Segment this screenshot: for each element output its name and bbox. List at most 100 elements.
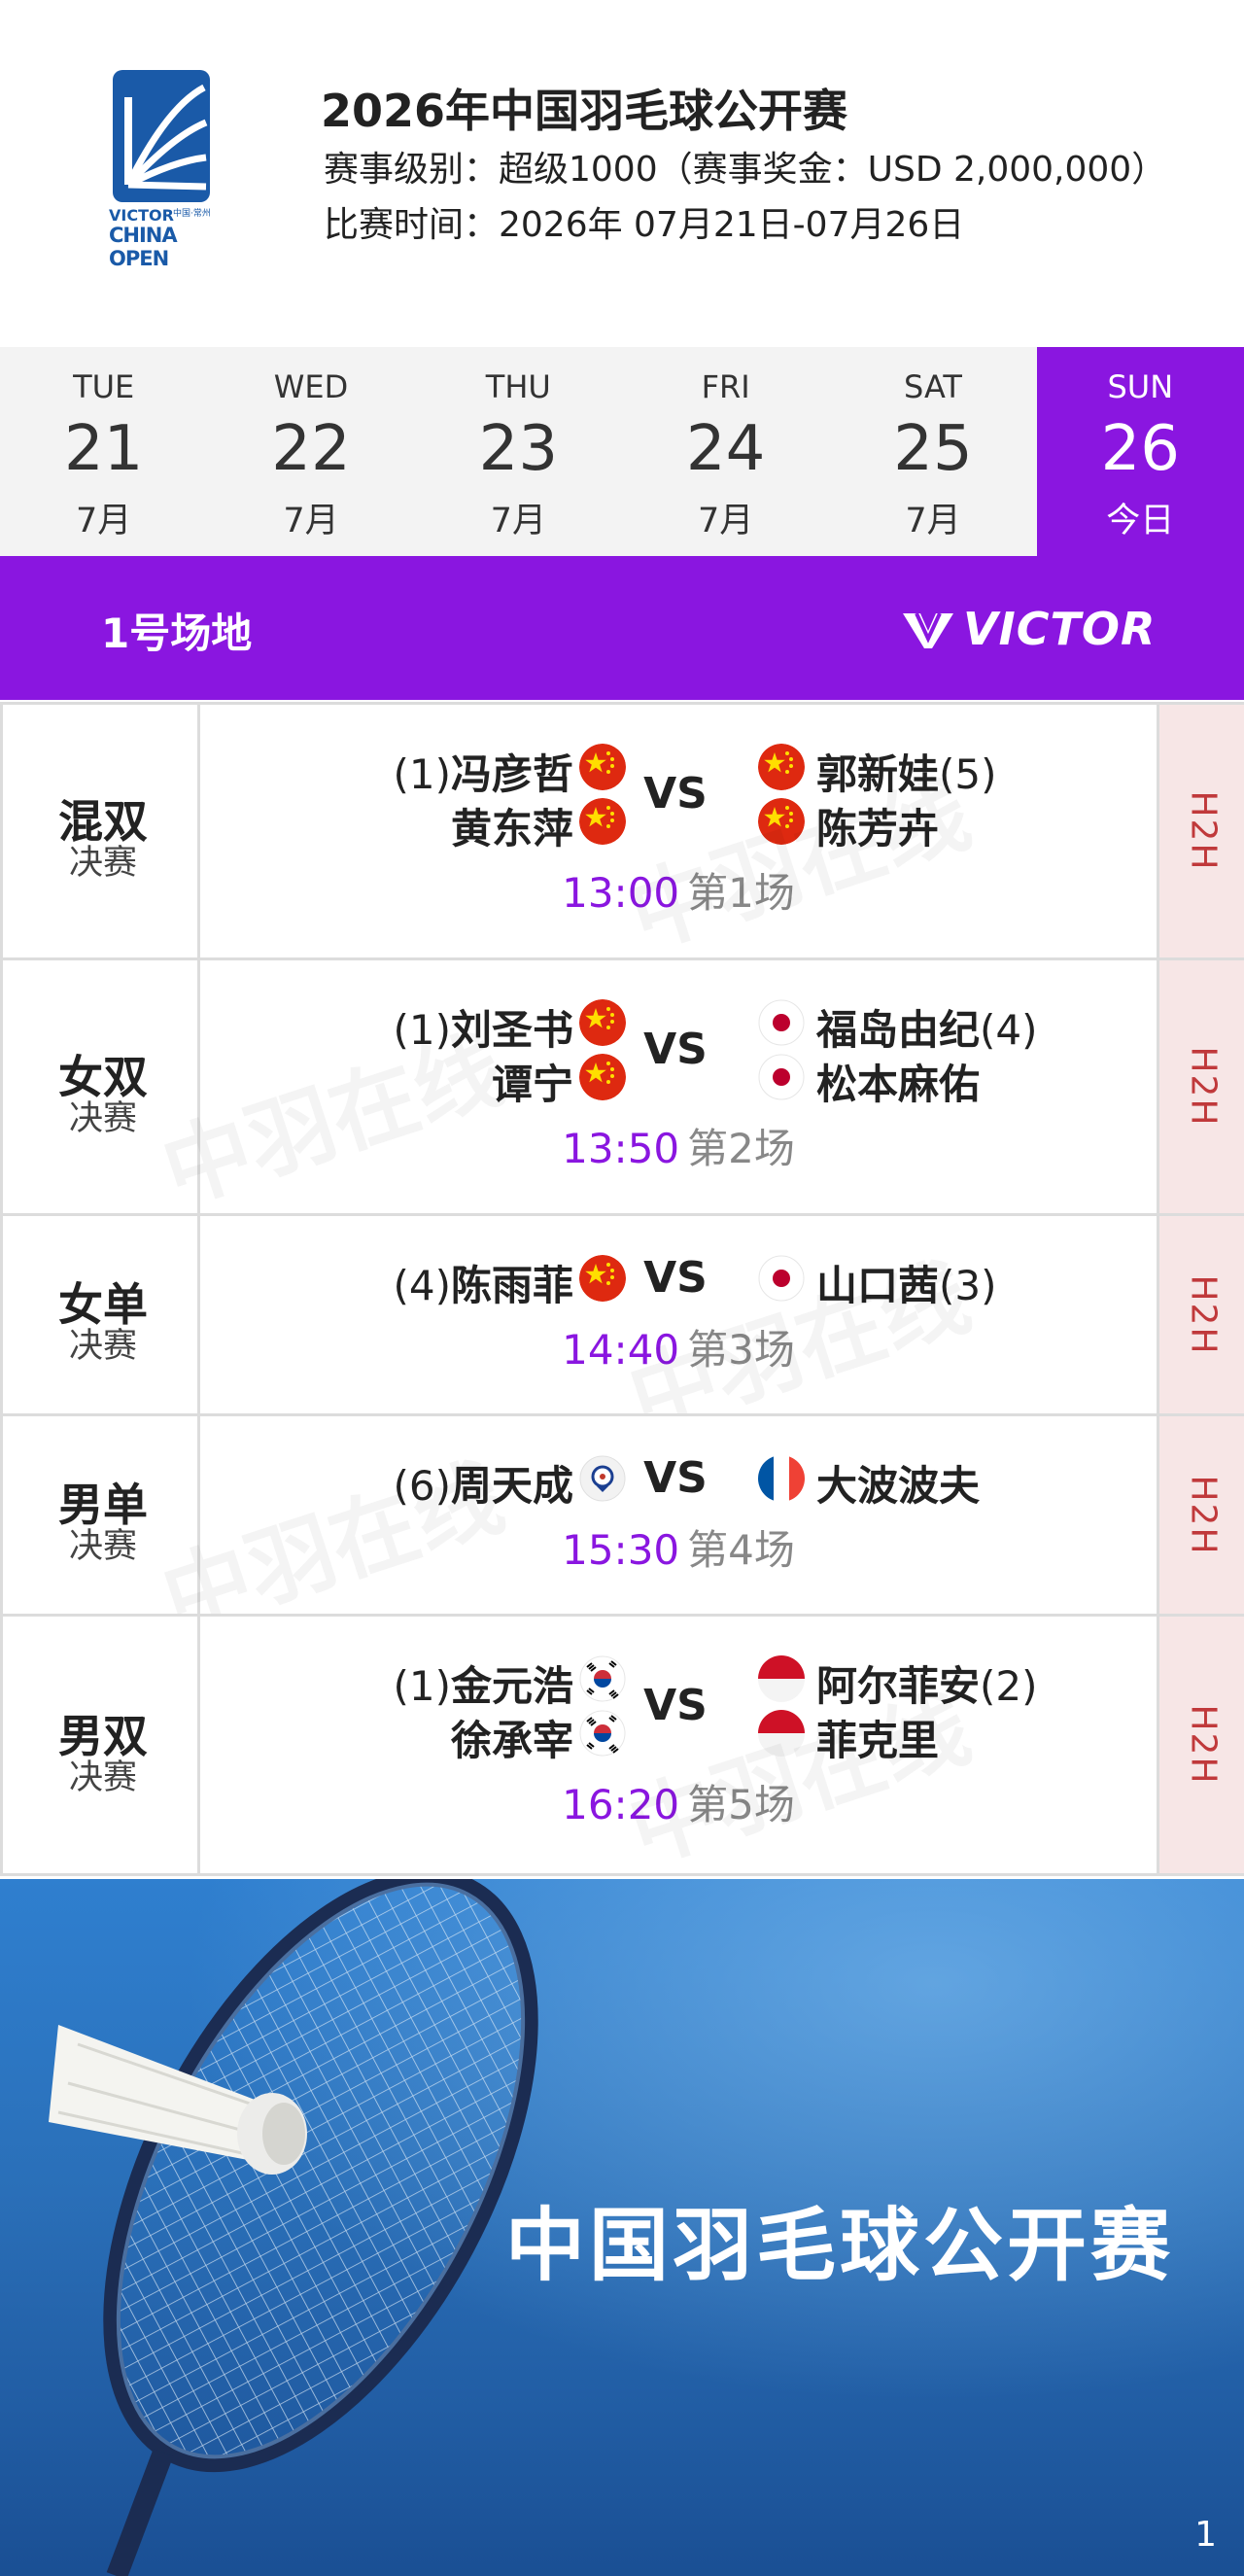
player-name: 黄东萍 — [450, 805, 573, 853]
vs-label: VS — [643, 1681, 708, 1730]
china-open-logo: VICTOR 中国·常州 CHINA OPEN — [109, 68, 214, 270]
date-tab-day: 25 — [893, 413, 973, 485]
h2h-button[interactable]: H2H — [1157, 705, 1244, 957]
date-tab-weekday: THU — [485, 368, 551, 405]
player-seed: (6) — [393, 1462, 451, 1510]
date-tab-sat-25[interactable]: SAT 25 7月 — [829, 347, 1036, 556]
china-flag-icon — [579, 744, 626, 790]
h2h-button[interactable]: H2H — [1157, 960, 1244, 1213]
team-right: 山口茜(3) — [758, 1216, 1157, 1413]
date-tab-wed-22[interactable]: WED 22 7月 — [207, 347, 414, 556]
match-row[interactable]: 男双决赛(1)金元浩徐承宰阿尔菲安(2)菲克里VS16:20第5场H2H中羽在线 — [0, 1614, 1244, 1883]
player-name: 陈芳卉 — [816, 805, 940, 853]
date-tab-weekday: SUN — [1107, 368, 1174, 405]
court-name: 1号场地 — [101, 609, 253, 657]
indonesia-flag-icon — [758, 1655, 805, 1702]
china-flag-icon — [758, 798, 805, 845]
date-tab-fri-24[interactable]: FRI 24 7月 — [622, 347, 829, 556]
match-row[interactable]: 混双决赛(1)冯彦哲黄东萍郭新娃(5)陈芳卉VS13:00第1场H2H中羽在线 — [0, 702, 1244, 967]
date-tab-month: 7月 — [283, 502, 339, 540]
page-number: 1 — [1194, 2515, 1217, 2555]
date-tab-day: 21 — [63, 413, 144, 485]
date-tab-thu-23[interactable]: THU 23 7月 — [415, 347, 622, 556]
event-cell: 男双 决赛 — [0, 1617, 200, 1873]
match-time-line: 15:30 第4场 — [200, 1517, 1157, 1577]
match-time-line: 13:50 第2场 — [200, 1116, 1157, 1175]
player-name-left: (1)刘圣书 — [393, 997, 573, 1057]
shuttlecock-logo-icon — [113, 70, 210, 202]
match-order: 第4场 — [687, 1526, 795, 1574]
h2h-label: H2H — [1183, 1474, 1224, 1556]
match-row[interactable]: 女双决赛(1)刘圣书谭宁福岛由纪(4)松本麻佑VS13:50第2场H2H中羽在线 — [0, 957, 1244, 1223]
h2h-label: H2H — [1183, 790, 1224, 872]
match-time-line: 16:20 第5场 — [200, 1772, 1157, 1831]
team-right: 大波波夫 — [758, 1416, 1157, 1614]
match-row[interactable]: 女单决赛(4)陈雨菲山口茜(3)VS14:40第3场H2H中羽在线 — [0, 1213, 1244, 1451]
logo-subtext: 中国·常州 — [173, 209, 211, 219]
team-left: (1)金元浩 徐承宰 — [200, 1617, 626, 1873]
player-name-left: 谭宁 — [492, 1052, 573, 1111]
player-name: 刘圣书 — [450, 1006, 573, 1054]
match-order: 第5场 — [687, 1781, 795, 1828]
player-name-left: (6)周天成 — [393, 1453, 573, 1513]
vs-label: VS — [643, 1253, 708, 1303]
promo-banner: 中国羽毛球公开赛 1 — [0, 1879, 1244, 2576]
date-tab-day: 24 — [685, 413, 766, 485]
japan-flag-icon — [758, 999, 805, 1046]
event-stage: 决赛 — [68, 1098, 137, 1138]
date-tab-weekday: SAT — [904, 368, 962, 405]
court-header: 1号场地 VICTOR — [0, 556, 1244, 700]
player-name-left: 黄东萍 — [451, 796, 573, 855]
china-flag-icon — [758, 744, 805, 790]
player-name-right: 郭新娃(5) — [816, 742, 997, 801]
date-tab-month: 7月 — [905, 502, 961, 540]
player-seed: (1) — [393, 1006, 451, 1054]
match-time-line: 13:00 第1场 — [200, 860, 1157, 920]
h2h-button[interactable]: H2H — [1157, 1216, 1244, 1413]
chinese-taipei-flag-icon — [579, 1455, 626, 1502]
player-name: 周天成 — [450, 1462, 573, 1510]
match-time: 15:30 — [562, 1526, 680, 1574]
h2h-button[interactable]: H2H — [1157, 1617, 1244, 1873]
match-time: 13:00 — [562, 869, 680, 917]
event-date-line: 比赛时间：2026年 07月21日-07月26日 — [324, 205, 965, 245]
banner-title: 中国羽毛球公开赛 — [505, 2200, 1175, 2292]
player-name-right: 松本麻佑 — [816, 1052, 980, 1111]
h2h-label: H2H — [1183, 1273, 1224, 1356]
player-name-left: (1)冯彦哲 — [393, 742, 573, 801]
player-seed: (2) — [980, 1662, 1038, 1710]
page-title: 2026年中国羽毛球公开赛 — [321, 85, 848, 137]
date-tab-tue-21[interactable]: TUE 21 7月 — [0, 347, 207, 556]
date-tab-weekday: TUE — [73, 368, 135, 405]
team-left: (1)刘圣书 谭宁 — [200, 960, 626, 1213]
player-seed: (4) — [980, 1006, 1038, 1054]
indonesia-flag-icon — [758, 1710, 805, 1757]
player-name-right: 福岛由纪(4) — [816, 997, 1038, 1057]
player-name: 山口茜 — [816, 1262, 940, 1309]
korea-flag-icon — [579, 1710, 626, 1757]
team-left: (1)冯彦哲 黄东萍 — [200, 705, 626, 957]
match-time: 13:50 — [562, 1125, 680, 1172]
event-stage: 决赛 — [68, 1758, 137, 1797]
match-row[interactable]: 男单决赛(6)周天成大波波夫VS15:30第4场H2H中羽在线 — [0, 1413, 1244, 1652]
player-seed: (5) — [939, 750, 997, 798]
player-name: 阿尔菲安 — [816, 1662, 981, 1710]
date-tab-sun-26-today[interactable]: SUN 26 今日 — [1036, 347, 1244, 556]
player-name-right: 陈芳卉 — [816, 796, 939, 855]
h2h-button[interactable]: H2H — [1157, 1416, 1244, 1614]
team-left: (6)周天成 — [200, 1416, 626, 1614]
event-header: VICTOR 中国·常州 CHINA OPEN 2026年中国羽毛球公开赛 赛事… — [0, 0, 1244, 347]
victor-v-icon — [903, 612, 953, 648]
team-right: 福岛由纪(4) 松本麻佑 — [758, 960, 1157, 1213]
player-name-left: 徐承宰 — [451, 1708, 573, 1767]
player-name: 冯彦哲 — [450, 750, 573, 798]
h2h-label: H2H — [1183, 1046, 1224, 1128]
china-flag-icon — [579, 999, 626, 1046]
event-stage: 决赛 — [68, 1527, 137, 1566]
player-name: 谭宁 — [491, 1061, 573, 1108]
event-cell: 男单 决赛 — [0, 1416, 200, 1614]
date-tab-month: 7月 — [698, 502, 754, 540]
player-seed: (4) — [393, 1262, 451, 1309]
player-seed: (1) — [393, 1662, 451, 1710]
team-right: 阿尔菲安(2) 菲克里 — [758, 1617, 1157, 1873]
